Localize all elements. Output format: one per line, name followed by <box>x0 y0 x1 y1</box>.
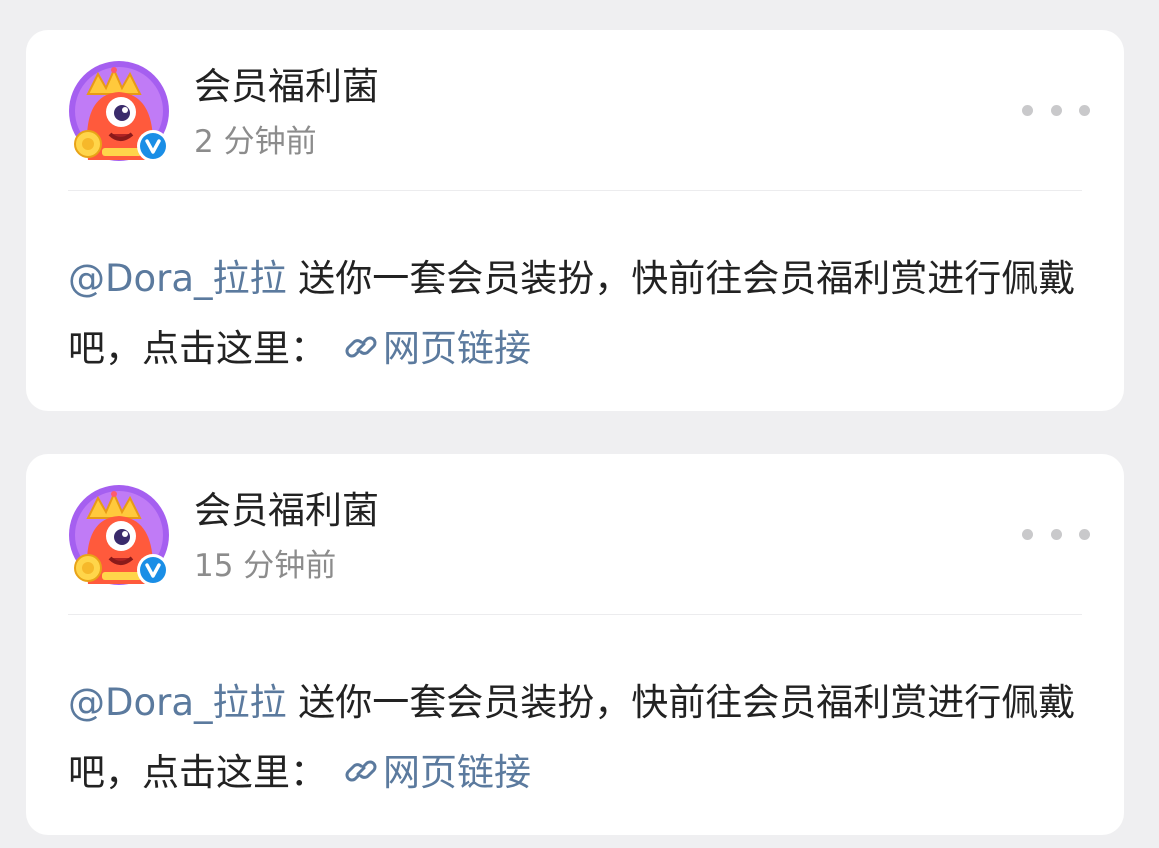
divider <box>68 190 1082 191</box>
verified-badge-icon <box>137 130 169 162</box>
more-dots-icon <box>1050 528 1062 540</box>
more-options-button[interactable] <box>1022 518 1090 550</box>
divider <box>68 614 1082 615</box>
web-link-label: 网页链接 <box>383 327 531 370</box>
avatar[interactable] <box>68 60 170 162</box>
more-dots-icon <box>1022 528 1033 540</box>
more-dots-icon <box>1022 104 1033 116</box>
more-options-button[interactable] <box>1022 94 1090 126</box>
more-dots-icon <box>1050 104 1062 116</box>
web-link[interactable]: 网页链接 <box>327 751 531 794</box>
message-text: @Dora_拉拉 送你一套会员装扮，快前往会员福利赏进行佩戴吧，点击这里： 网页链… <box>68 244 1078 384</box>
author-name[interactable]: 会员福利菌 <box>194 62 379 112</box>
link-chain-icon <box>345 760 377 782</box>
more-dots-icon <box>1079 528 1090 540</box>
link-chain-icon <box>345 336 377 358</box>
avatar[interactable] <box>68 484 170 586</box>
post-time: 2 分钟前 <box>194 124 317 160</box>
author-name[interactable]: 会员福利菌 <box>194 486 379 536</box>
verified-badge-icon <box>137 554 169 586</box>
more-dots-icon <box>1079 104 1090 116</box>
web-link[interactable]: 网页链接 <box>327 327 531 370</box>
web-link-label: 网页链接 <box>383 751 531 794</box>
post-time: 15 分钟前 <box>194 548 337 584</box>
message-text: @Dora_拉拉 送你一套会员装扮，快前往会员福利赏进行佩戴吧，点击这里： 网页链… <box>68 668 1078 808</box>
message-card: 会员福利菌 2 分钟前 @Dora_拉拉 送你一套会员装扮，快前往会员福利赏进行… <box>26 30 1124 411</box>
mention-link[interactable]: @Dora_拉拉 <box>68 257 287 300</box>
mention-link[interactable]: @Dora_拉拉 <box>68 681 287 724</box>
message-card: 会员福利菌 15 分钟前 @Dora_拉拉 送你一套会员装扮，快前往会员福利赏进… <box>26 454 1124 835</box>
